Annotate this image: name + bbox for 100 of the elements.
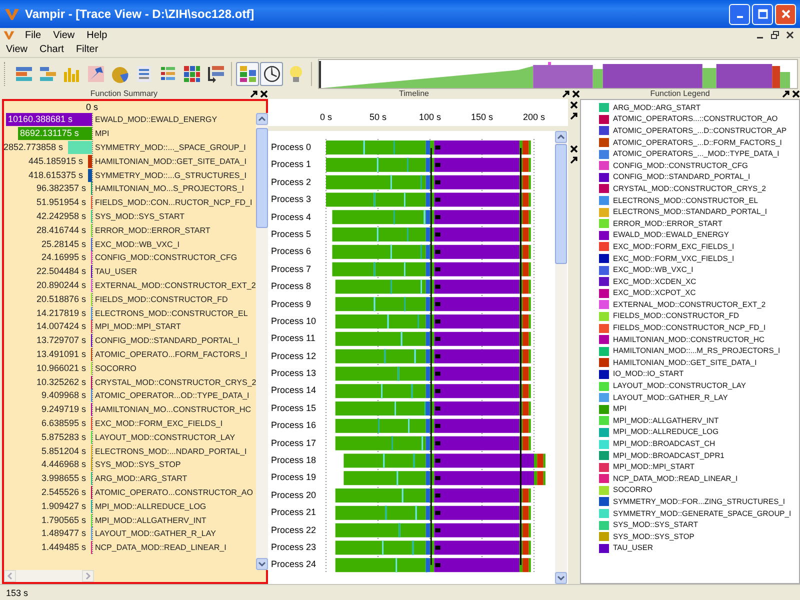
panel-title: Function Legend [650, 89, 710, 99]
function-name: ERROR_MOD::ERROR_START [95, 226, 210, 235]
pushpin-icon [86, 64, 106, 84]
duration-value: 3.998655 s [41, 473, 86, 484]
function-name: EXTERNAL_MOD::CONSTRUCTOR_EXT_2 [95, 280, 256, 290]
process-label: Process 23 [270, 540, 318, 554]
duration-value: 1.909427 s [41, 500, 86, 512]
process-label: Process 13 [270, 367, 318, 380]
menu-item[interactable]: View [0, 44, 34, 55]
function-name: ELECTRONS_MOD:...NDARD_PORTAL_I [95, 446, 247, 456]
function-name: EWALD_MOD::EWALD_ENERGY [95, 115, 218, 124]
function-name: CONFIG_MOD::CONSTRUCTOR_CFG [95, 253, 238, 262]
minimize-button[interactable] [729, 4, 750, 24]
scroll-up-button[interactable] [555, 131, 567, 143]
undock-icon[interactable] [562, 90, 570, 98]
scroll-down-button[interactable] [555, 572, 567, 584]
toolbar-button[interactable] [260, 62, 283, 86]
close-icon[interactable] [792, 90, 800, 98]
scrollbar[interactable] [256, 113, 268, 570]
duration-value: 42.242958 s [36, 210, 86, 222]
function-name: FIELDS_MOD::CON...RUCTOR_NCP_FD_I [95, 198, 252, 208]
undock-icon[interactable] [570, 112, 578, 120]
process-label: Process 18 [270, 454, 318, 468]
process-label: Process 1 [270, 158, 312, 172]
duration-value: 22.504484 s [36, 266, 86, 278]
duration-value: 51.951954 s [36, 197, 86, 208]
close-button[interactable] [775, 4, 796, 24]
menu-item[interactable]: Filter [70, 44, 104, 55]
process-label: Process 3 [270, 193, 312, 206]
axis-tick-label: 50 s [370, 112, 386, 122]
close-icon[interactable] [570, 145, 578, 153]
function-name: EXC_MOD::FORM_EXC_FIELDS_I [95, 418, 223, 428]
process-label: Process 19 [270, 471, 318, 484]
restore-button[interactable] [768, 29, 781, 41]
scroll-thumb[interactable] [256, 128, 268, 228]
duration-value: 25.28145 s [41, 238, 86, 250]
undock-icon[interactable] [570, 156, 578, 164]
function-name: SOCORRO [95, 364, 136, 373]
menu-item[interactable]: Chart [34, 44, 70, 55]
duration-value: 8692.131175 s [20, 128, 79, 140]
process-label: Process 21 [270, 506, 318, 520]
scrollbar[interactable] [555, 131, 567, 584]
function-name: ATOMIC_OPERATO...FORM_FACTORS_I [95, 350, 248, 359]
function-name: LAYOUT_MOD::CONSTRUCTOR_LAY [95, 432, 236, 442]
duration-value: 1.449485 s [41, 542, 86, 554]
menu-item[interactable]: File [19, 30, 48, 40]
function-name: ELECTRONS_MOD::CONSTRUCTOR_EL [95, 308, 248, 318]
duration-value: 9.249719 s [41, 404, 86, 416]
undock-icon[interactable] [782, 90, 790, 98]
close-icon [780, 9, 790, 19]
close-icon[interactable] [570, 101, 578, 109]
process-label: Process 9 [270, 298, 312, 311]
process-label: Process 12 [270, 350, 318, 363]
process-label: Process 7 [270, 262, 312, 276]
panel-title: Timeline [399, 89, 429, 99]
process-label: Process 24 [270, 558, 318, 572]
process-label: Process 17 [270, 436, 318, 450]
scroll-thumb[interactable] [555, 144, 567, 264]
axis-tick-label: 0 s [320, 112, 332, 122]
duration-value: 1.489477 s [41, 528, 86, 540]
blocks-icon [238, 64, 258, 84]
process-label: Process 20 [270, 488, 318, 502]
duration-value: 445.185915 s [28, 156, 83, 167]
maximize-icon [758, 9, 768, 19]
menu-item[interactable]: View [47, 30, 81, 40]
process-label: Process 22 [270, 524, 318, 537]
function-name: CONFIG_MOD::STANDARD_PORTAL_I [95, 336, 240, 346]
duration-value: 9.409968 s [41, 390, 86, 402]
duration-value: 10160.388681 s [8, 114, 73, 126]
status-text: 153 s [6, 588, 28, 598]
undock-icon[interactable] [250, 90, 258, 98]
menu-item[interactable]: Help [80, 30, 114, 40]
process-label: Process 16 [270, 419, 318, 432]
process-label: Process 14 [270, 384, 318, 398]
process-label: Process 5 [270, 228, 312, 241]
function-name: HAMILTONIAN_MOD::GET_SITE_DATA_I [95, 156, 246, 166]
close-icon[interactable] [572, 90, 580, 98]
function-name: HAMILTONIAN_MO...CONSTRUCTOR_HC [95, 405, 252, 414]
function-name: MPI [95, 129, 110, 138]
duration-value: 5.875283 s [41, 432, 86, 443]
duration-value: 14.007424 s [36, 321, 86, 332]
function-name: NCP_DATA_MOD::READ_LINEAR_I [95, 543, 226, 552]
close-icon[interactable] [260, 90, 268, 98]
process-label: Process 15 [270, 402, 318, 415]
axis-tick-label: 200 s [522, 112, 546, 122]
function-name: FIELDS_MOD::CONSTRUCTOR_FD [95, 294, 228, 304]
duration-value: 10.325262 s [36, 376, 86, 388]
process-label: Process 0 [270, 141, 312, 154]
duration-value: 20.890244 s [36, 280, 86, 291]
app-logo-icon [4, 6, 20, 22]
scroll-up-button[interactable] [256, 113, 268, 125]
process-label: Process 4 [270, 210, 312, 224]
window-title: Vampir - [Trace View - D:\ZIH\soc128.otf] [25, 7, 256, 21]
duration-value: 24.16995 s [41, 252, 86, 264]
duration-value: 2852.773858 s [3, 142, 63, 153]
restore-icon [770, 31, 778, 39]
maximize-button[interactable] [752, 4, 773, 24]
axis-tick-label: 150 s [470, 112, 494, 122]
scroll-down-button[interactable] [256, 558, 268, 570]
overview-drawing[interactable] [318, 58, 798, 88]
